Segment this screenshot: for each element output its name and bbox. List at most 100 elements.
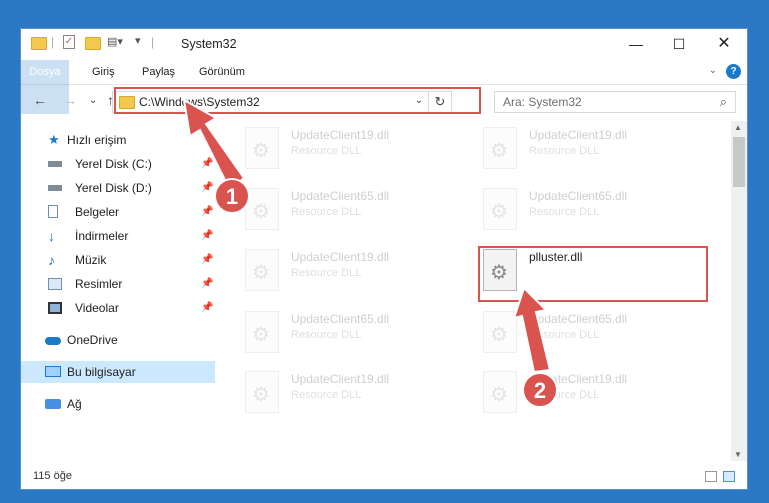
sidebar-item-label: Bu bilgisayar — [67, 365, 136, 379]
list-item[interactable]: UpdateClient19.dll Resource DLL — [483, 367, 703, 421]
sidebar-item-local-disk-c[interactable]: Yerel Disk (C:) 📌 — [21, 153, 215, 175]
folder-icon — [31, 37, 47, 50]
sidebar-item-local-disk-d[interactable]: Yerel Disk (D:) 📌 — [21, 177, 215, 199]
sidebar-item-pictures[interactable]: Resimler 📌 — [21, 273, 215, 295]
recent-locations-button[interactable]: ⌄ — [89, 95, 97, 106]
pin-icon[interactable]: 📌 — [201, 225, 213, 247]
scrollbar-thumb[interactable] — [733, 137, 745, 187]
dll-file-icon — [483, 311, 517, 353]
sidebar-item-label: İndirmeler — [75, 229, 129, 243]
file-name: UpdateClient19.dll — [291, 372, 390, 386]
tab-view[interactable]: Görünüm — [199, 60, 245, 84]
file-name: UpdateClient65.dll — [291, 312, 390, 326]
large-icons-view-icon[interactable] — [723, 471, 735, 482]
file-name: UpdateClient19.dll — [291, 250, 390, 264]
minimize-button[interactable]: — — [621, 34, 651, 54]
dll-file-icon — [483, 127, 517, 169]
sidebar-item-videos[interactable]: Videolar 📌 — [21, 297, 215, 319]
file-name: UpdateClient19.dll — [529, 128, 628, 142]
help-icon[interactable]: ? — [726, 64, 741, 79]
sidebar-item-network[interactable]: Ağ — [21, 393, 215, 415]
separator: | — [51, 35, 55, 49]
scroll-down-icon[interactable]: ▼ — [734, 450, 742, 459]
new-folder-icon[interactable] — [85, 37, 101, 50]
title-bar: | ✓ ▤▾ ▾ | System32 — ☐ ✕ — [21, 29, 747, 60]
properties-icon[interactable]: ✓ — [63, 35, 75, 49]
scroll-up-icon[interactable]: ▲ — [734, 123, 742, 132]
document-icon — [48, 205, 58, 218]
sidebar-item-this-pc[interactable]: Bu bilgisayar — [21, 361, 215, 383]
drive-icon — [48, 185, 62, 191]
file-type: Resource DLL — [529, 145, 600, 157]
close-button[interactable]: ✕ — [709, 34, 739, 54]
sidebar-item-downloads[interactable]: ↓ İndirmeler 📌 — [21, 225, 215, 247]
tab-home[interactable]: Giriş — [92, 60, 115, 84]
forward-button[interactable]: → — [63, 92, 77, 108]
maximize-button[interactable]: ☐ — [664, 34, 694, 54]
sidebar-item-music[interactable]: ♪ Müzik 📌 — [21, 249, 215, 271]
sidebar-item-label: Ağ — [67, 397, 82, 411]
file-highlight — [478, 246, 708, 302]
qat-dropdown-icon[interactable]: ▾ — [135, 34, 141, 47]
list-item[interactable]: UpdateClient65.dll Resource DLL — [245, 307, 465, 361]
back-button[interactable]: ← — [33, 92, 47, 108]
download-icon: ↓ — [48, 228, 55, 244]
list-item[interactable]: UpdateClient65.dll Resource DLL — [245, 184, 465, 238]
dll-file-icon — [245, 311, 279, 353]
dll-file-icon — [245, 127, 279, 169]
file-type: Resource DLL — [291, 145, 362, 157]
search-placeholder: Ara: System32 — [503, 95, 582, 109]
sidebar-item-onedrive[interactable]: OneDrive — [21, 329, 215, 351]
search-box[interactable]: Ara: System32 ⌕ — [494, 91, 736, 113]
pin-icon[interactable]: 📌 — [201, 201, 213, 223]
file-type: Resource DLL — [291, 329, 362, 341]
dll-file-icon — [245, 371, 279, 413]
ribbon-tabs: Dosya Giriş Paylaş Görünüm ⌄ ? — [21, 60, 747, 114]
list-item[interactable]: UpdateClient65.dll Resource DLL — [483, 307, 703, 361]
file-type: Resource DLL — [291, 267, 362, 279]
pin-icon[interactable]: 📌 — [201, 153, 213, 175]
separator: | — [151, 35, 155, 49]
window-title: System32 — [181, 37, 237, 51]
sidebar-item-label: Videolar — [75, 301, 119, 315]
file-name: UpdateClient65.dll — [529, 189, 628, 203]
navigation-pane: ★ Hızlı erişim Yerel Disk (C:) 📌 Yerel D… — [21, 121, 215, 461]
list-item[interactable]: UpdateClient19.dll Resource DLL — [245, 245, 465, 299]
drive-icon — [48, 161, 62, 167]
sidebar-item-documents[interactable]: Belgeler 📌 — [21, 201, 215, 223]
music-icon: ♪ — [48, 252, 55, 268]
address-highlight — [114, 87, 481, 114]
sidebar-item-label: Resimler — [75, 277, 123, 291]
computer-icon — [45, 366, 61, 377]
pin-icon[interactable]: 📌 — [201, 177, 213, 199]
tab-share[interactable]: Paylaş — [142, 60, 175, 84]
list-item[interactable]: UpdateClient19.dll Resource DLL — [245, 367, 465, 421]
list-item[interactable]: UpdateClient19.dll Resource DLL — [483, 123, 703, 177]
pin-icon[interactable]: 📌 — [201, 273, 213, 295]
pictures-icon — [48, 278, 62, 290]
item-count: 115 öğe — [33, 470, 72, 482]
sidebar-item-label: Belgeler — [75, 205, 120, 219]
file-name: UpdateClient19.dll — [291, 128, 390, 142]
pin-icon[interactable]: 📌 — [201, 249, 213, 271]
dll-file-icon — [483, 188, 517, 230]
file-name: UpdateClient65.dll — [529, 312, 628, 326]
file-type: Resource DLL — [529, 206, 600, 218]
vertical-scrollbar[interactable]: ▲ ▼ — [731, 121, 747, 461]
chevron-down-icon[interactable]: ⌄ — [709, 65, 717, 76]
sidebar-item-label: Yerel Disk (D:) — [75, 181, 152, 195]
video-icon — [48, 302, 62, 314]
pin-icon[interactable]: 📌 — [201, 297, 213, 319]
details-view-icon[interactable] — [705, 471, 717, 482]
customize-qat-icon[interactable]: ▤▾ — [107, 35, 123, 48]
cloud-icon — [45, 337, 61, 345]
sidebar-item-label: Yerel Disk (C:) — [75, 157, 152, 171]
list-item[interactable]: UpdateClient19.dll Resource DLL — [245, 123, 465, 177]
callout-badge-2: 2 — [522, 372, 558, 408]
search-icon[interactable]: ⌕ — [720, 94, 727, 110]
sidebar-item-label: Hızlı erişim — [67, 133, 127, 147]
dll-file-icon — [245, 188, 279, 230]
list-item[interactable]: UpdateClient65.dll Resource DLL — [483, 184, 703, 238]
explorer-window: | ✓ ▤▾ ▾ | System32 — ☐ ✕ Dosya Giriş Pa… — [20, 28, 748, 490]
sidebar-item-quick-access[interactable]: ★ Hızlı erişim — [21, 129, 215, 151]
